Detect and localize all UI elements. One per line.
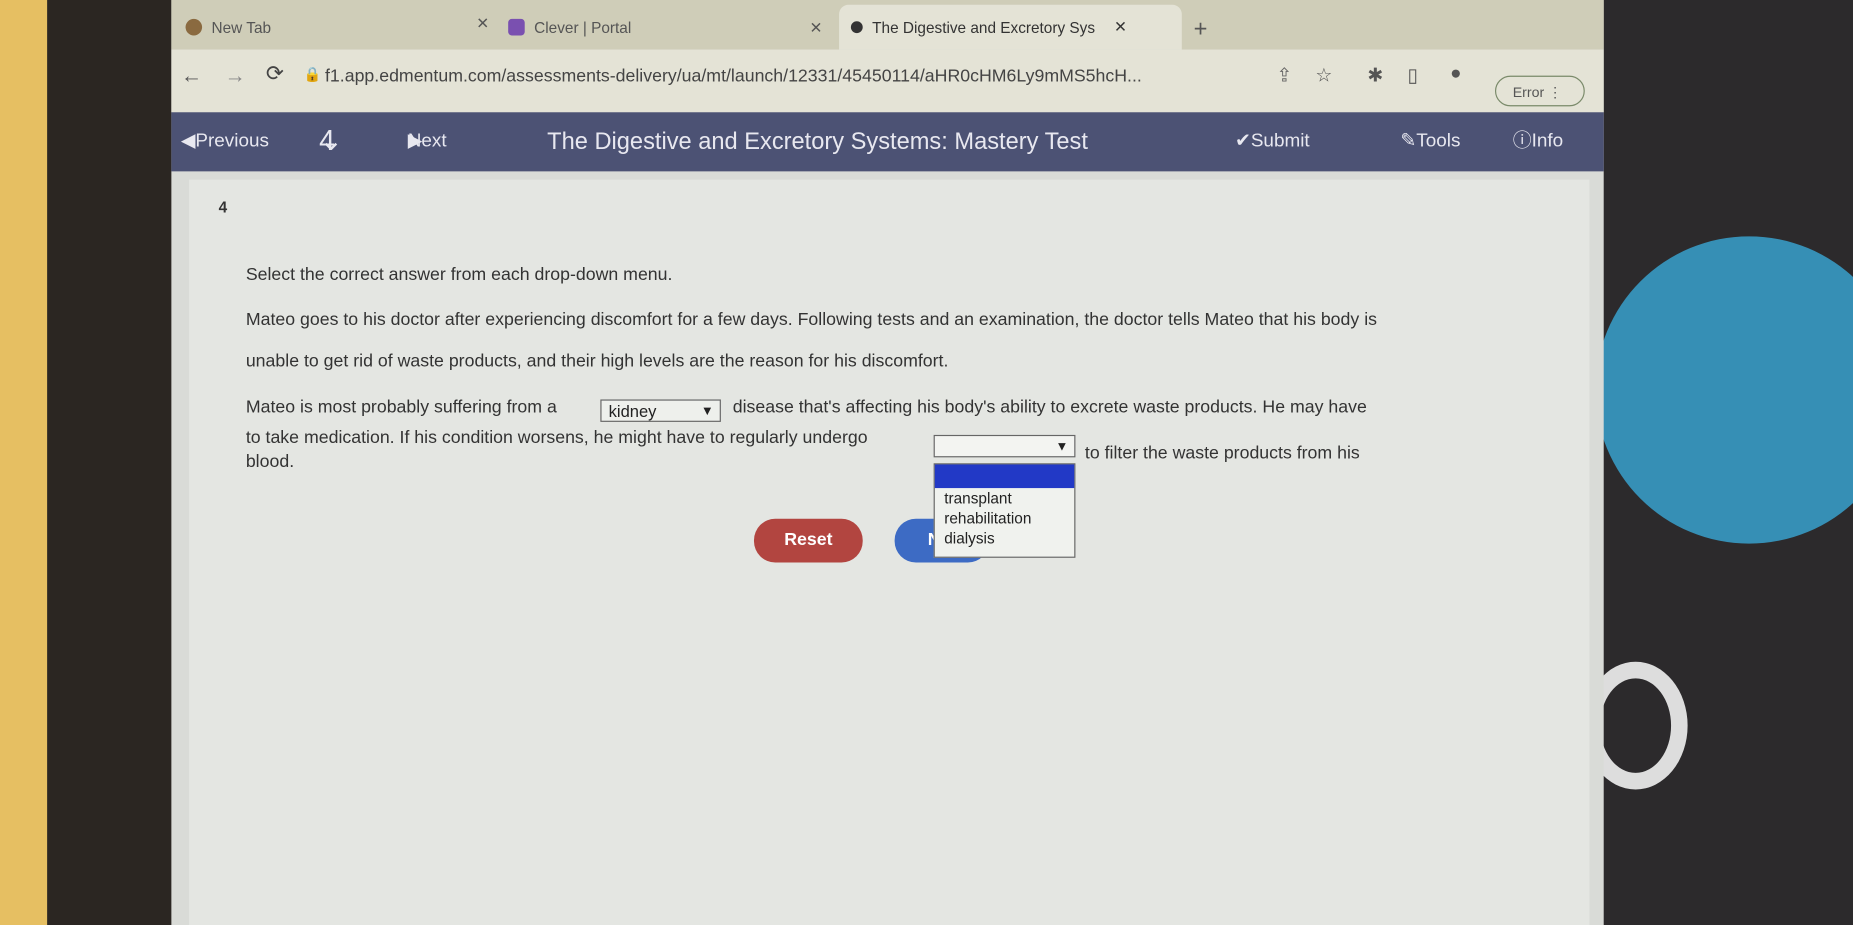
tools-button[interactable]: ✎ Tools bbox=[1400, 112, 1460, 171]
next-label: Next bbox=[407, 131, 447, 152]
browser-window: New Tab ✕ Clever | Portal ✕ The Digestiv… bbox=[171, 0, 1604, 925]
dropdown-disease-type[interactable]: kidney ▼ bbox=[600, 399, 721, 422]
address-bar-row: ← → ⟳ 🔒 f1.app.edmentum.com/assessments-… bbox=[171, 49, 1604, 113]
question-number: 4 bbox=[319, 125, 335, 158]
clever-icon bbox=[508, 18, 525, 36]
question-selector[interactable]: 4 ⌄ bbox=[319, 112, 343, 171]
error-badge[interactable]: Error ⋮ bbox=[1494, 75, 1585, 107]
forward-icon[interactable]: → bbox=[225, 64, 246, 89]
error-label: Error bbox=[1512, 83, 1545, 101]
edmentum-icon bbox=[850, 21, 863, 34]
sentence3: blood. bbox=[245, 451, 295, 472]
bookmark-star-icon[interactable]: ☆ bbox=[1315, 64, 1332, 88]
dropdown-treatment[interactable]: ▼ bbox=[933, 434, 1076, 458]
sidepanel-icon[interactable]: ▯ bbox=[1408, 64, 1418, 88]
share-icon[interactable]: ⇪ bbox=[1276, 64, 1292, 88]
sentence2-before: to take medication. If his condition wor… bbox=[245, 427, 868, 448]
question-panel bbox=[189, 179, 1590, 925]
dropdown-options-list: transplant rehabilitation dialysis bbox=[933, 463, 1076, 558]
tab-clever-portal[interactable]: Clever | Portal bbox=[508, 5, 792, 50]
close-tab-icon[interactable]: ✕ bbox=[810, 19, 823, 38]
tab-digestive-excretory[interactable]: The Digestive and Excretory Sys ✕ bbox=[839, 4, 1182, 50]
option-dialysis[interactable]: dialysis bbox=[935, 528, 1074, 548]
info-label: Info bbox=[1531, 131, 1564, 152]
monitor-bezel bbox=[47, 0, 172, 925]
close-tab-icon[interactable]: ✕ bbox=[1114, 18, 1127, 37]
previous-label: Previous bbox=[195, 131, 269, 152]
profile-icon[interactable]: ● bbox=[1450, 64, 1461, 85]
tab-title: Clever | Portal bbox=[534, 18, 632, 37]
test-title: The Digestive and Excretory Systems: Mas… bbox=[547, 128, 1088, 155]
question-number-label: 4 bbox=[218, 198, 228, 217]
background-wall bbox=[0, 0, 48, 925]
reset-button[interactable]: Reset bbox=[753, 518, 863, 563]
info-button[interactable]: ⓘ Info bbox=[1513, 112, 1563, 171]
submit-test-button[interactable]: ✔ Submit Test bbox=[1235, 112, 1310, 210]
url-input[interactable]: f1.app.edmentum.com/assessments-delivery… bbox=[325, 66, 1142, 86]
chevron-down-icon: ▼ bbox=[700, 404, 714, 419]
sentence2-after: to filter the waste products from his bbox=[1084, 443, 1360, 464]
next-nav-button[interactable]: Next ▶ bbox=[408, 112, 447, 171]
option-transplant[interactable]: transplant bbox=[935, 488, 1074, 508]
back-icon[interactable]: ← bbox=[181, 64, 202, 89]
chevron-down-icon: ▼ bbox=[1055, 439, 1069, 454]
instruction-text: Select the correct answer from each drop… bbox=[245, 264, 673, 285]
assessment-toolbar: ◀ Previous 4 ⌄ Next ▶ The Digestive and … bbox=[171, 112, 1604, 210]
option-blank[interactable] bbox=[934, 464, 1075, 489]
option-rehabilitation[interactable]: rehabilitation bbox=[935, 508, 1074, 528]
previous-button[interactable]: ◀ Previous bbox=[181, 112, 269, 171]
scenario-line-2: unable to get rid of waste products, and… bbox=[245, 350, 949, 372]
scenario-line-1: Mateo goes to his doctor after experienc… bbox=[245, 309, 1378, 330]
tools-label: Tools bbox=[1416, 131, 1461, 152]
lock-icon: 🔒 bbox=[303, 66, 322, 83]
sentence1-after: disease that's affecting his body's abil… bbox=[732, 397, 1367, 418]
dropdown-value: kidney bbox=[608, 401, 657, 421]
background-poster bbox=[1583, 0, 1853, 925]
chrome-icon bbox=[185, 18, 203, 36]
sentence1-before: Mateo is most probably suffering from a bbox=[245, 397, 557, 418]
tab-new-tab[interactable]: New Tab bbox=[185, 5, 493, 50]
close-tab-icon[interactable]: ✕ bbox=[476, 14, 489, 33]
reload-icon[interactable]: ⟳ bbox=[266, 61, 284, 86]
tab-strip: New Tab ✕ Clever | Portal ✕ The Digestiv… bbox=[171, 0, 1604, 50]
tab-title: New Tab bbox=[211, 18, 272, 37]
tab-title: The Digestive and Excretory Sys bbox=[872, 18, 1096, 37]
new-tab-button[interactable]: + bbox=[1194, 17, 1208, 44]
extensions-icon[interactable]: ✱ bbox=[1367, 64, 1383, 88]
